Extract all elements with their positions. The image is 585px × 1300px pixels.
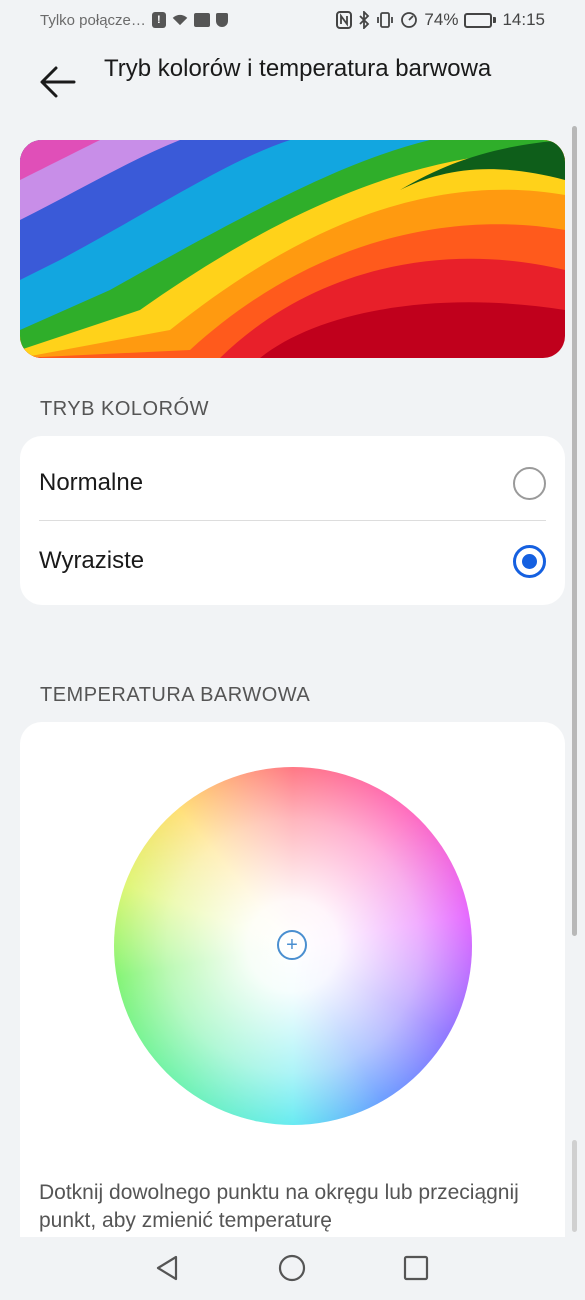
- carrier-text: Tylko połącze…: [40, 11, 146, 29]
- arrow-left-icon: [40, 66, 76, 98]
- bluetooth-icon: [359, 11, 370, 29]
- recents-square-icon: [403, 1255, 429, 1281]
- notification-icon: [193, 13, 210, 27]
- data-saver-icon: [401, 12, 418, 28]
- color-banner-image: [20, 140, 565, 358]
- vibrate-icon: [377, 12, 394, 28]
- home-circle-icon: [278, 1254, 306, 1282]
- back-button[interactable]: [36, 62, 80, 102]
- status-left: Tylko połącze… !: [40, 12, 228, 29]
- nav-home-button[interactable]: [277, 1253, 307, 1288]
- nav-back-button[interactable]: [152, 1253, 182, 1288]
- shield-icon: [215, 13, 228, 27]
- page-title: Tryb kolorów i temperatura barwowa: [104, 55, 492, 82]
- temperature-section-label: TEMPERATURA BARWOWA: [40, 684, 311, 706]
- status-bar: Tylko połącze… ! 74% 14:15: [0, 0, 585, 40]
- wifi-icon: [172, 14, 188, 26]
- app-header: Tryb kolorów i temperatura barwowa: [0, 50, 585, 122]
- temperature-card: + Dotknij dowolnego punktu na okręgu lub…: [20, 722, 565, 1262]
- color-mode-card: Normalne Wyraziste: [20, 436, 565, 605]
- sim-alert-icon: !: [151, 12, 166, 28]
- battery-icon: [464, 12, 497, 28]
- wheel-handle-plus-icon[interactable]: +: [277, 930, 307, 960]
- navigation-bar: [0, 1237, 585, 1300]
- color-mode-option-vivid[interactable]: Wyraziste: [20, 519, 565, 603]
- color-mode-option-normal[interactable]: Normalne: [20, 441, 565, 525]
- nav-recents-button[interactable]: [401, 1253, 431, 1288]
- option-label: Wyraziste: [39, 547, 145, 574]
- temperature-hint: Dotknij dowolnego punktu na okręgu lub p…: [39, 1181, 519, 1232]
- clock: 14:15: [502, 10, 545, 29]
- scrollbar-track-lower: [572, 1140, 577, 1232]
- option-label: Normalne: [39, 469, 144, 496]
- color-temperature-wheel[interactable]: +: [114, 767, 472, 1125]
- vivid-radio[interactable]: [513, 544, 546, 578]
- back-triangle-icon: [156, 1255, 178, 1281]
- normal-radio[interactable]: [513, 466, 546, 500]
- nfc-icon: [336, 11, 353, 29]
- battery-percent: 74%: [424, 10, 459, 29]
- status-right: 74% 14:15: [336, 10, 545, 30]
- color-mode-section-label: TRYB KOLORÓW: [40, 398, 209, 420]
- scrollbar[interactable]: [572, 126, 577, 936]
